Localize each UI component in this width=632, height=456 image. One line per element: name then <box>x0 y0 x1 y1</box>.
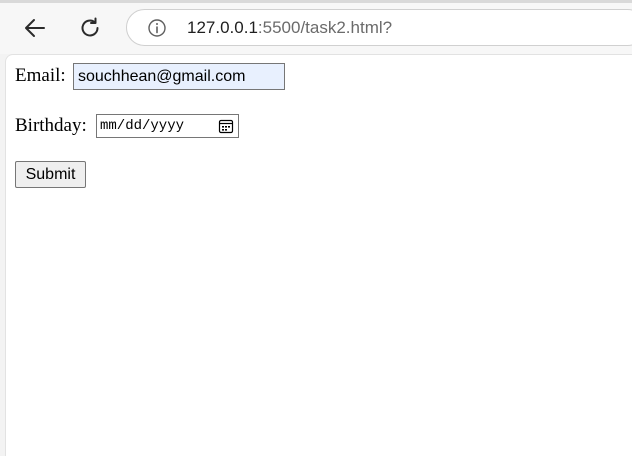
birthday-placeholder: mm/dd/yyyy <box>100 118 185 134</box>
address-bar[interactable]: 127.0.0.1:5500/task2.html? <box>126 9 632 46</box>
back-button[interactable] <box>19 12 51 44</box>
birthday-date-field[interactable]: mm/dd/yyyy <box>96 114 239 138</box>
reload-icon <box>81 17 99 37</box>
calendar-icon[interactable] <box>218 118 234 134</box>
email-field[interactable]: souchhean@gmail.com <box>73 63 285 90</box>
tab-strip-edge <box>0 0 632 3</box>
info-icon[interactable] <box>147 18 167 38</box>
back-arrow-icon <box>25 19 45 37</box>
reload-button[interactable] <box>74 12 106 44</box>
submit-button[interactable]: Submit <box>15 161 86 188</box>
browser-toolbar: 127.0.0.1:5500/task2.html? <box>0 0 632 54</box>
birthday-label: Birthday: <box>15 115 87 136</box>
url-host: 127.0.0.1 <box>187 18 258 37</box>
url-path: :5500/task2.html? <box>257 18 393 37</box>
page-viewport: Email: souchhean@gmail.com Birthday: mm/… <box>5 54 632 456</box>
email-label: Email: <box>15 65 66 86</box>
url-text[interactable]: 127.0.0.1:5500/task2.html? <box>187 18 392 38</box>
